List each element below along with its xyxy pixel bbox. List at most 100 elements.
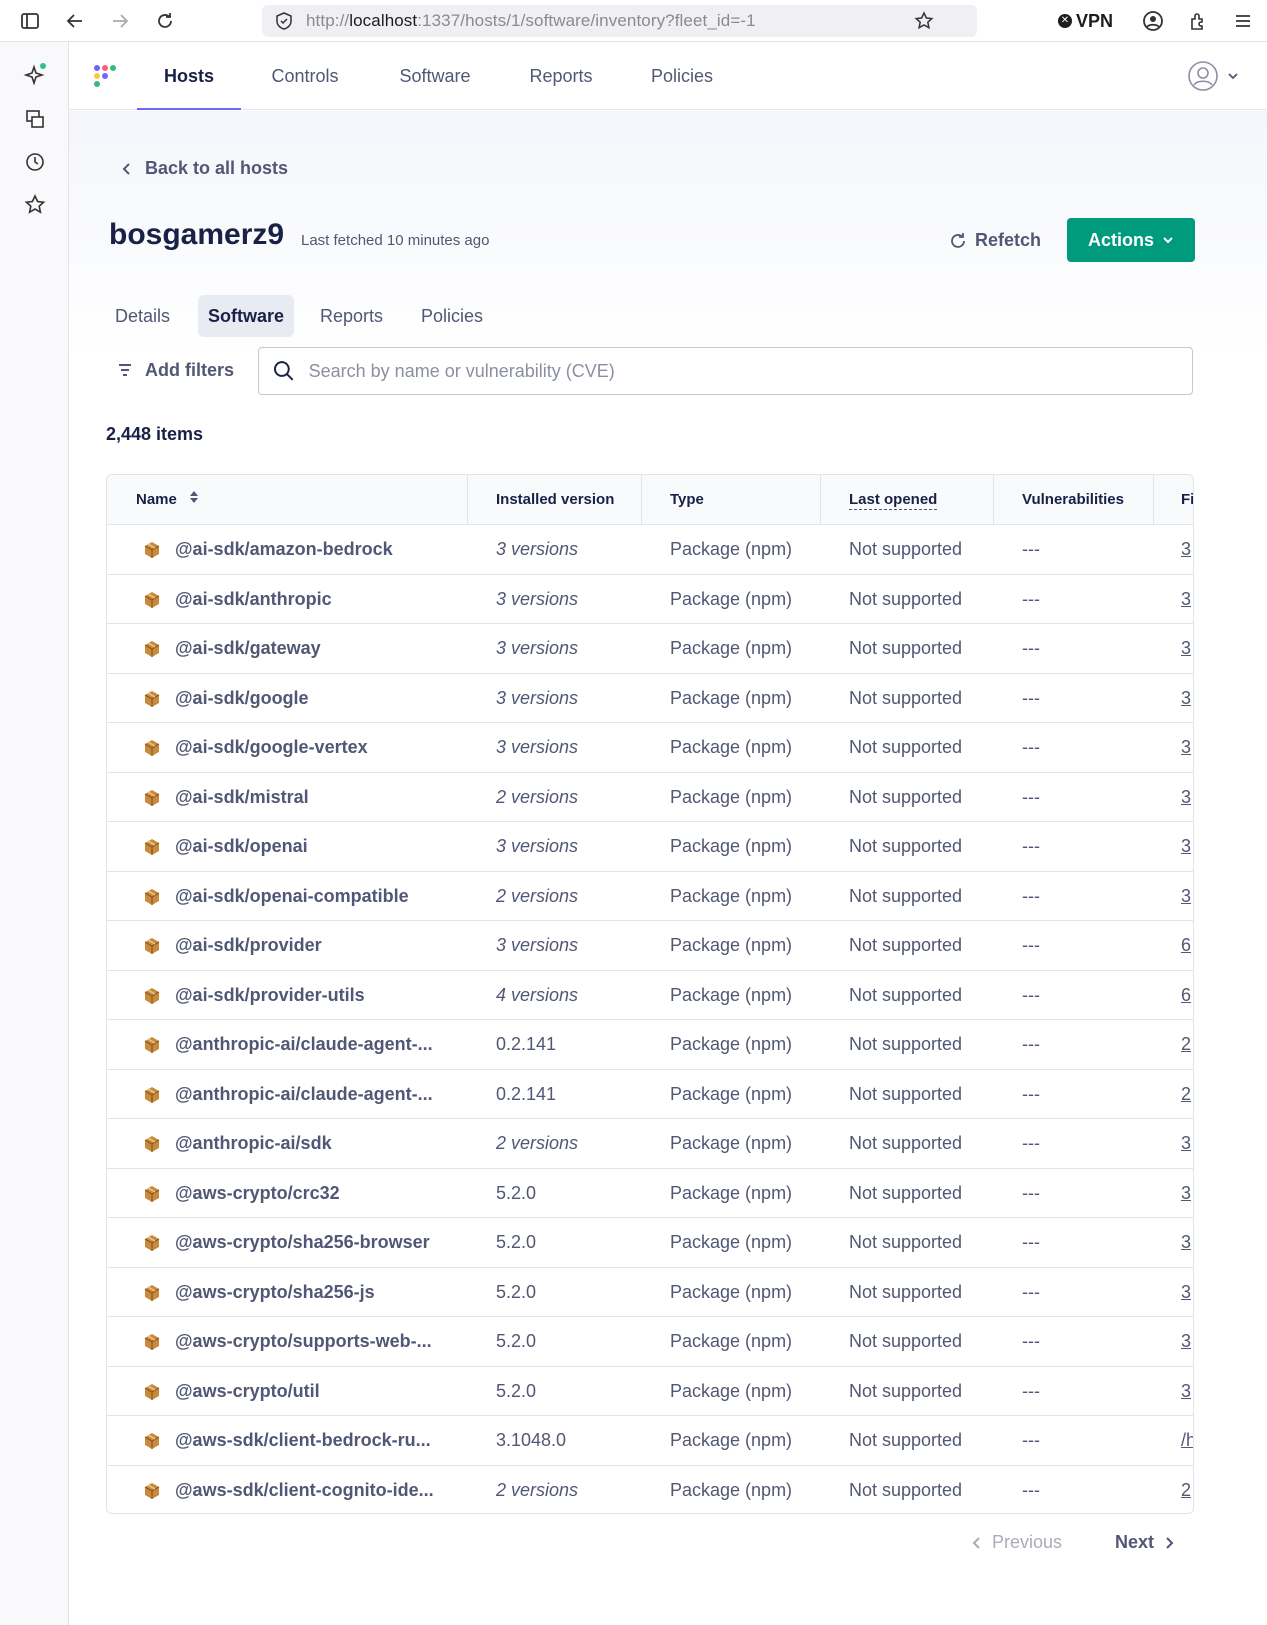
menu-icon[interactable]	[1231, 9, 1255, 33]
nav-policies[interactable]: Policies	[641, 42, 723, 110]
file-path-link[interactable]: 3	[1181, 674, 1193, 725]
extensions-icon[interactable]	[1186, 9, 1210, 33]
file-path-link[interactable]: /h	[1181, 1416, 1193, 1467]
file-path-link[interactable]: 3	[1181, 1268, 1193, 1319]
software-name-link[interactable]: @aws-crypto/sha256-js	[175, 1268, 445, 1319]
history-clock-icon[interactable]	[22, 149, 48, 175]
column-header-file-path[interactable]: Fi	[1181, 475, 1193, 525]
software-search-box[interactable]	[258, 347, 1193, 395]
bookmark-star-icon[interactable]	[912, 9, 936, 33]
table-row[interactable]: @ai-sdk/provider 3 versions Package (npm) N…	[107, 921, 1193, 972]
table-row[interactable]: @ai-sdk/openai-compatible 2 versions Packa…	[107, 872, 1193, 923]
tab-details[interactable]: Details	[105, 295, 180, 337]
software-name-link[interactable]: @ai-sdk/openai	[175, 822, 445, 873]
file-path-link[interactable]: 2	[1181, 1070, 1193, 1121]
table-row[interactable]: @ai-sdk/mistral 2 versions Package (npm) No…	[107, 773, 1193, 824]
table-row[interactable]: @ai-sdk/openai 3 versions Package (npm) Not…	[107, 822, 1193, 873]
url-bar[interactable]: http://localhost:1337/hosts/1/software/i…	[262, 5, 977, 37]
software-name-link[interactable]: @ai-sdk/openai-compatible	[175, 872, 445, 923]
bookmarks-star-icon[interactable]	[22, 192, 48, 218]
table-row[interactable]: @aws-sdk/client-cognito-ide... 2 versions…	[107, 1466, 1193, 1514]
reload-icon[interactable]	[153, 9, 177, 33]
fleet-logo-icon[interactable]	[93, 64, 119, 88]
nav-software[interactable]: Software	[389, 42, 481, 110]
table-row[interactable]: @anthropic-ai/sdk 2 versions Package (npm)…	[107, 1119, 1193, 1170]
add-filters-button[interactable]: Add filters	[117, 350, 234, 390]
table-row[interactable]: @aws-crypto/supports-web-... 5.2.0 Package…	[107, 1317, 1193, 1368]
file-path-link[interactable]: 3	[1181, 1169, 1193, 1220]
nav-controls[interactable]: Controls	[259, 42, 351, 110]
software-name-link[interactable]: @anthropic-ai/claude-agent-...	[175, 1020, 445, 1071]
software-name-link[interactable]: @aws-crypto/util	[175, 1367, 445, 1418]
software-name-link[interactable]: @anthropic-ai/claude-agent-...	[175, 1070, 445, 1121]
table-row[interactable]: @ai-sdk/amazon-bedrock 3 versions Package …	[107, 525, 1193, 576]
column-header-type[interactable]: Type	[670, 475, 704, 525]
tab-policies[interactable]: Policies	[411, 295, 493, 337]
table-row[interactable]: @ai-sdk/gateway 3 versions Package (npm) No…	[107, 624, 1193, 675]
software-name-link[interactable]: @ai-sdk/google	[175, 674, 445, 725]
table-row[interactable]: @aws-crypto/sha256-browser 5.2.0 Package (…	[107, 1218, 1193, 1269]
sidebar-toggle-icon[interactable]	[18, 9, 42, 33]
search-input[interactable]	[306, 359, 1192, 383]
ai-sparkle-icon[interactable]	[22, 62, 48, 88]
account-icon[interactable]	[1141, 9, 1165, 33]
software-name-link[interactable]: @aws-crypto/crc32	[175, 1169, 445, 1220]
file-path-link[interactable]: 3	[1181, 872, 1193, 923]
table-row[interactable]: @ai-sdk/provider-utils 4 versions Package …	[107, 971, 1193, 1022]
table-row[interactable]: @aws-crypto/sha256-js 5.2.0 Package (npm) N…	[107, 1268, 1193, 1319]
column-header-name[interactable]: Name	[136, 475, 199, 525]
file-path-link[interactable]: 2	[1181, 1020, 1193, 1071]
synced-tabs-icon[interactable]	[22, 106, 48, 132]
file-path-link[interactable]: 3	[1181, 723, 1193, 774]
file-path-link[interactable]: 6	[1181, 971, 1193, 1022]
table-row[interactable]: @anthropic-ai/claude-agent-... 0.2.141 Pac…	[107, 1020, 1193, 1071]
file-path-link[interactable]: 3	[1181, 1367, 1193, 1418]
software-name-link[interactable]: @aws-sdk/client-bedrock-ru...	[175, 1416, 445, 1467]
table-row[interactable]: @ai-sdk/google 3 versions Package (npm) Not…	[107, 674, 1193, 725]
table-row[interactable]: @ai-sdk/anthropic 3 versions Package (npm)…	[107, 575, 1193, 626]
software-name-link[interactable]: @ai-sdk/google-vertex	[175, 723, 445, 774]
column-header-last-opened[interactable]: Last opened	[849, 475, 938, 525]
table-row[interactable]: @aws-crypto/util 5.2.0 Package (npm) Not su…	[107, 1367, 1193, 1418]
tab-software[interactable]: Software	[198, 295, 295, 337]
shield-icon[interactable]	[272, 9, 296, 33]
file-path-link[interactable]: 3	[1181, 1218, 1193, 1269]
table-row[interactable]: @aws-sdk/client-bedrock-ru... 3.1048.0 Pac…	[107, 1416, 1193, 1467]
file-path-link[interactable]: 2	[1181, 1466, 1193, 1514]
table-row[interactable]: @aws-crypto/crc32 5.2.0 Package (npm) Not s…	[107, 1169, 1193, 1220]
software-name-link[interactable]: @ai-sdk/provider-utils	[175, 971, 445, 1022]
software-name-link[interactable]: @ai-sdk/anthropic	[175, 575, 445, 626]
software-name-link[interactable]: @ai-sdk/provider	[175, 921, 445, 972]
user-menu[interactable]	[1187, 60, 1239, 92]
nav-reports[interactable]: Reports	[521, 42, 601, 110]
actions-dropdown-button[interactable]: Actions	[1067, 218, 1195, 262]
nav-hosts[interactable]: Hosts	[137, 42, 241, 110]
next-page-button[interactable]: Next	[1115, 1532, 1174, 1553]
software-name-link[interactable]: @ai-sdk/amazon-bedrock	[175, 525, 445, 576]
software-name-link[interactable]: @aws-crypto/supports-web-...	[175, 1317, 445, 1368]
column-header-vulnerabilities[interactable]: Vulnerabilities	[1022, 475, 1124, 525]
back-to-hosts-link[interactable]: Back to all hosts	[121, 158, 288, 179]
column-header-version[interactable]: Installed version	[496, 475, 614, 525]
file-path-link[interactable]: 6	[1181, 921, 1193, 972]
forward-arrow-icon[interactable]	[108, 9, 132, 33]
software-name-link[interactable]: @anthropic-ai/sdk	[175, 1119, 445, 1170]
refetch-button[interactable]: Refetch	[949, 230, 1041, 251]
table-row[interactable]: @anthropic-ai/claude-agent-... 0.2.141 Pac…	[107, 1070, 1193, 1121]
software-name-link[interactable]: @ai-sdk/mistral	[175, 773, 445, 824]
file-path-link[interactable]: 3	[1181, 525, 1193, 576]
file-path-link[interactable]: 3	[1181, 822, 1193, 873]
previous-page-button[interactable]: Previous	[972, 1532, 1062, 1553]
software-name-link[interactable]: @aws-crypto/sha256-browser	[175, 1218, 445, 1269]
file-path-link[interactable]: 3	[1181, 624, 1193, 675]
file-path-link[interactable]: 3	[1181, 773, 1193, 824]
table-row[interactable]: @ai-sdk/google-vertex 3 versions Package (…	[107, 723, 1193, 774]
vpn-button[interactable]: ✕ VPN	[1058, 9, 1113, 33]
software-name-link[interactable]: @ai-sdk/gateway	[175, 624, 445, 675]
software-name-link[interactable]: @aws-sdk/client-cognito-ide...	[175, 1466, 445, 1514]
file-path-link[interactable]: 3	[1181, 1317, 1193, 1368]
tab-reports[interactable]: Reports	[310, 295, 393, 337]
back-arrow-icon[interactable]	[63, 9, 87, 33]
file-path-link[interactable]: 3	[1181, 1119, 1193, 1170]
file-path-link[interactable]: 3	[1181, 575, 1193, 626]
